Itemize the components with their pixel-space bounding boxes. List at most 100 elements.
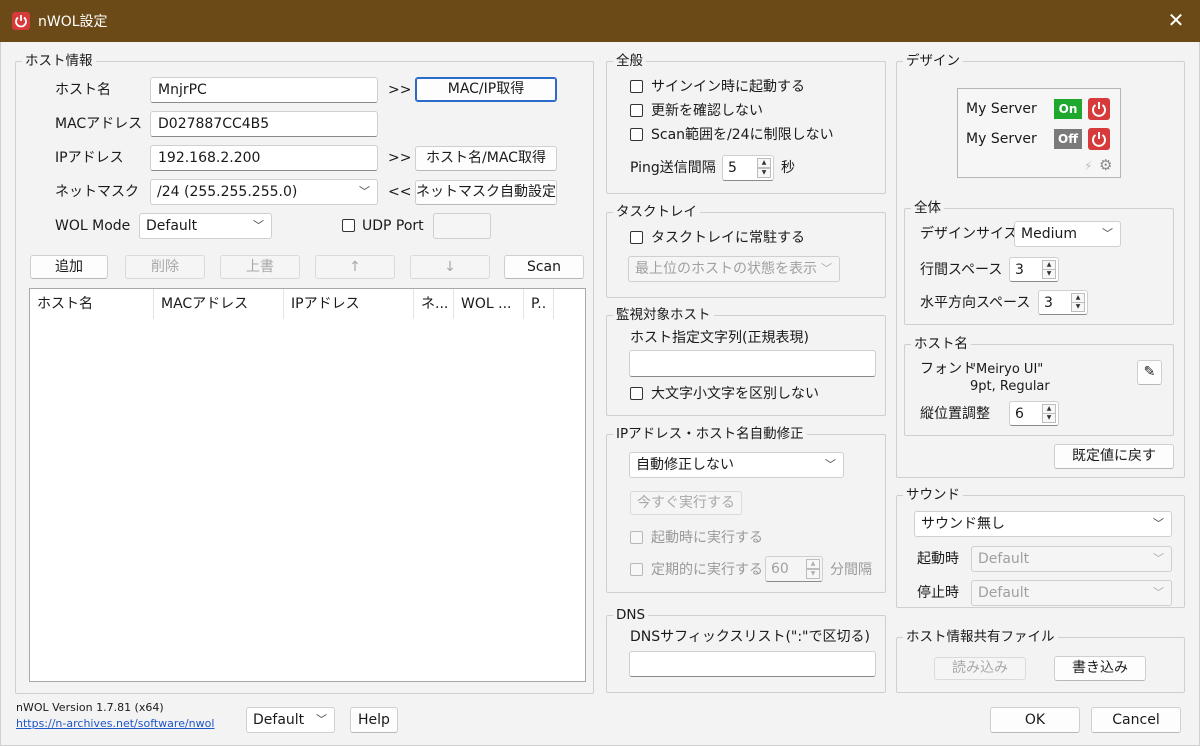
spin-up-icon[interactable]: ▲ (806, 559, 820, 569)
profile-value: Default (253, 712, 305, 728)
delete-button[interactable]: 削除 (125, 255, 205, 279)
design-size-value: Medium (1021, 226, 1077, 242)
netmask-value: /24 (255.255.255.0) (157, 184, 298, 200)
column-netmask[interactable]: ネ... (414, 289, 454, 319)
auto-fix-title: IPアドレス・ホスト名自動修正 (613, 426, 807, 442)
spin-down-icon[interactable]: ▼ (1042, 269, 1056, 279)
spin-down-icon[interactable]: ▼ (806, 569, 820, 579)
overwrite-button[interactable]: 上書 (220, 255, 300, 279)
spin-up-icon[interactable]: ▲ (757, 158, 771, 168)
move-down-button[interactable]: ↓ (410, 255, 490, 279)
pencil-icon[interactable]: ✎ (1137, 360, 1162, 385)
ping-interval-spinner[interactable]: 5 ▲ ▼ (722, 155, 774, 181)
auto-fix-mode-value: 自動修正しない (636, 457, 734, 473)
tasktray-group (606, 212, 886, 298)
status-off-badge: Off (1054, 129, 1082, 149)
design-size-select[interactable]: Medium ﹀ (1014, 221, 1121, 247)
gear-icon: ⚙ (1099, 156, 1113, 174)
sound-start-select[interactable]: Default ﹀ (971, 546, 1172, 572)
chevron-down-icon: ﹀ (1153, 517, 1164, 530)
pattern-input[interactable] (629, 350, 876, 377)
overall-title: 全体 (911, 200, 944, 216)
case-insensitive-checkbox[interactable] (630, 387, 643, 400)
get-mac-ip-button[interactable]: MAC/IP取得 (415, 77, 557, 102)
cancel-button[interactable]: Cancel (1091, 707, 1181, 733)
read-button[interactable]: 読み込み (934, 657, 1026, 680)
line-spacing-spinner[interactable]: 3 ▲ ▼ (1009, 257, 1059, 282)
sound-stop-select[interactable]: Default ﹀ (971, 580, 1172, 606)
chevron-down-icon: ﹀ (253, 219, 264, 232)
wol-mode-select[interactable]: Default ﹀ (139, 213, 272, 239)
move-up-button[interactable]: ↑ (315, 255, 395, 279)
spin-down-icon[interactable]: ▼ (1071, 302, 1085, 312)
mac-input[interactable]: D027887CC4B5 (150, 111, 378, 137)
limit-scan-checkbox[interactable] (630, 128, 643, 141)
power-icon (1088, 98, 1110, 120)
no-update-check-label: 更新を確認しない (651, 103, 763, 119)
chevron-down-icon: ﹀ (359, 185, 370, 198)
close-button[interactable]: ✕ (1162, 6, 1190, 34)
spin-down-icon[interactable]: ▼ (757, 168, 771, 178)
profile-select[interactable]: Default ﹀ (246, 707, 335, 733)
help-button[interactable]: Help (350, 707, 398, 733)
interval-unit: 分間隔 (830, 562, 872, 578)
udp-port-input[interactable] (433, 213, 491, 239)
column-wol[interactable]: WOL ... (454, 289, 524, 319)
netmask-select[interactable]: /24 (255.255.255.0) ﹀ (150, 179, 378, 205)
column-mac[interactable]: MACアドレス (154, 289, 284, 319)
host-list[interactable]: ホスト名 MACアドレス IPアドレス ネ... WOL ... P.. (29, 288, 586, 682)
reset-defaults-button[interactable]: 既定値に戻す (1054, 444, 1174, 469)
tasktray-display-value: 最上位のホストの状態を表示 (635, 261, 817, 277)
auto-fix-mode-select[interactable]: 自動修正しない ﹀ (629, 452, 844, 478)
no-update-check-checkbox[interactable] (630, 104, 643, 117)
tasktray-display-select[interactable]: 最上位のホストの状態を表示 ﹀ (628, 256, 840, 282)
bolt-icon: ⚡ (1084, 159, 1093, 173)
wol-mode-value: Default (146, 218, 198, 234)
interval-spinner[interactable]: 60 ▲ ▼ (765, 556, 823, 582)
ok-button[interactable]: OK (990, 707, 1080, 733)
run-on-start-checkbox[interactable] (630, 531, 643, 544)
run-now-button[interactable]: 今すぐ実行する (630, 491, 742, 515)
horizontal-spacing-spinner[interactable]: 3 ▲ ▼ (1038, 290, 1088, 315)
design-title: デザイン (903, 53, 963, 69)
run-periodic-checkbox[interactable] (630, 563, 643, 576)
power-icon (1088, 128, 1110, 150)
dns-title: DNS (613, 607, 649, 623)
auto-netmask-button[interactable]: ネットマスク自動設定 (415, 180, 557, 205)
vertical-adjust-label: 縦位置調整 (920, 406, 990, 422)
line-spacing-label: 行間スペース (920, 262, 1003, 278)
ip-input[interactable]: 192.168.2.200 (150, 145, 378, 171)
font-label: フォント (920, 361, 976, 377)
sound-stop-value: Default (978, 585, 1030, 601)
write-button[interactable]: 書き込み (1054, 656, 1146, 681)
vertical-adjust-spinner[interactable]: 6 ▲ ▼ (1009, 401, 1059, 426)
share-file-title: ホスト情報共有ファイル (903, 629, 1058, 645)
spin-down-icon[interactable]: ▼ (1042, 413, 1056, 423)
column-port[interactable]: P.. (524, 289, 554, 319)
status-on-badge: On (1054, 99, 1082, 119)
run-periodic-label: 定期的に実行する (651, 562, 763, 578)
dns-suffix-input[interactable] (629, 651, 876, 677)
general-title: 全般 (613, 53, 646, 69)
hostname-input[interactable]: MnjrPC (150, 77, 378, 103)
title-bar: nWOL設定 ✕ (0, 0, 1200, 42)
udp-port-checkbox[interactable] (342, 219, 355, 232)
arrow-left-label: << (388, 184, 412, 200)
tasktray-resident-checkbox[interactable] (630, 231, 643, 244)
design-size-label: デザインサイズ (920, 226, 1018, 242)
get-hostname-mac-button[interactable]: ホスト名/MAC取得 (415, 146, 557, 171)
scan-button[interactable]: Scan (504, 255, 584, 279)
preview-server-name: My Server (966, 131, 1037, 147)
column-hostname[interactable]: ホスト名 (30, 289, 154, 319)
horizontal-spacing-label: 水平方向スペース (920, 295, 1031, 311)
sound-start-label: 起動時 (917, 551, 959, 567)
website-link[interactable]: https://n-archives.net/software/nwol (16, 717, 214, 730)
host-info-title: ホスト情報 (22, 53, 96, 69)
hostname-design-title: ホスト名 (911, 336, 971, 352)
preview-server-name: My Server (966, 101, 1037, 117)
sound-title: サウンド (903, 487, 963, 503)
add-button[interactable]: 追加 (30, 255, 108, 279)
signin-start-checkbox[interactable] (630, 80, 643, 93)
sound-mode-select[interactable]: サウンド無し ﹀ (914, 511, 1172, 537)
column-ip[interactable]: IPアドレス (284, 289, 414, 319)
